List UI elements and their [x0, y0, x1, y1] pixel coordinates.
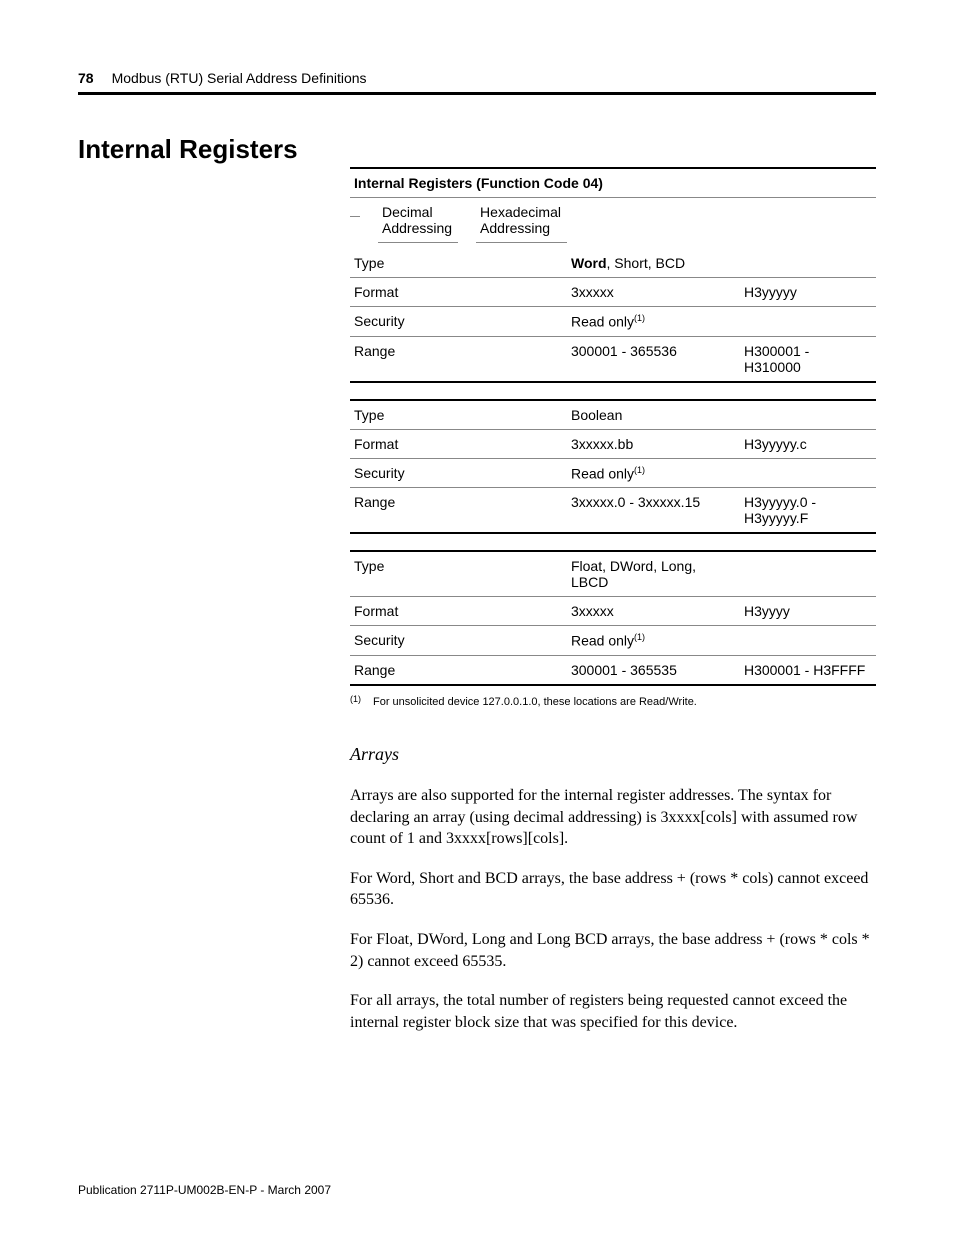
- table-cell: 3xxxxx.0 - 3xxxxx.15: [567, 488, 740, 534]
- table-cell: H300001 - H3FFFF: [740, 655, 876, 685]
- table-cell: Type: [350, 400, 567, 430]
- table-row: Format 3xxxxx.bb H3yyyyy.c: [350, 429, 876, 458]
- table-cell: Word, Short, BCD: [567, 249, 740, 278]
- footnote-ref: (1): [634, 313, 645, 323]
- table-cell: 300001 - 365535: [567, 655, 740, 685]
- table-row: Type Float, DWord, Long, LBCD: [350, 551, 876, 597]
- section-heading: Internal Registers: [78, 135, 350, 164]
- table-cell: Range: [350, 488, 567, 534]
- table-row: Security Read only(1): [350, 458, 876, 488]
- table-cell: [740, 249, 876, 278]
- running-header: 78 Modbus (RTU) Serial Address Definitio…: [78, 70, 876, 86]
- table-cell: H3yyyy: [740, 597, 876, 626]
- table-header-row: Decimal Addressing Hexadecimal Addressin…: [350, 198, 567, 243]
- footnote-text: For unsolicited device 127.0.0.1.0, thes…: [373, 696, 697, 708]
- table-cell: Range: [350, 655, 567, 685]
- header-rule: [78, 92, 876, 95]
- table-cell: H300001 - H310000: [740, 336, 876, 382]
- body-paragraph: For all arrays, the total number of regi…: [350, 990, 876, 1033]
- table-cell: [740, 458, 876, 488]
- table-row: Security Read only(1): [350, 626, 876, 656]
- table-cell: H3yyyyy.0 - H3yyyyy.F: [740, 488, 876, 534]
- table-header-cell: Decimal Addressing: [378, 198, 458, 243]
- table-cell: Boolean: [567, 400, 740, 430]
- table-cell: 300001 - 365536: [567, 336, 740, 382]
- table-row: Type Word, Short, BCD: [350, 249, 876, 278]
- table-cell: Security: [350, 626, 567, 656]
- table-row: Range 300001 - 365536 H300001 - H310000: [350, 336, 876, 382]
- table-cell: Format: [350, 429, 567, 458]
- table-cell: 3xxxxx: [567, 278, 740, 307]
- table-cell: [740, 551, 876, 597]
- subsection-heading: Arrays: [350, 744, 876, 765]
- table-header-cell: [350, 204, 360, 217]
- page-number: 78: [78, 70, 94, 86]
- table-cell: Type: [350, 551, 567, 597]
- table-title: Internal Registers (Function Code 04): [350, 168, 876, 198]
- body-paragraph: Arrays are also supported for the intern…: [350, 785, 876, 850]
- table-cell: Type: [350, 249, 567, 278]
- table-row: Format 3xxxxx H3yyyy: [350, 597, 876, 626]
- table-cell: Range: [350, 336, 567, 382]
- table-cell: [740, 626, 876, 656]
- table-cell: Read only(1): [567, 626, 740, 656]
- table-cell: H3yyyyy: [740, 278, 876, 307]
- table-row: Range 300001 - 365535 H300001 - H3FFFF: [350, 655, 876, 685]
- publication-footer: Publication 2711P-UM002B-EN-P - March 20…: [78, 1183, 331, 1197]
- footnote-ref: (1): [634, 632, 645, 642]
- table-row: Type Boolean: [350, 400, 876, 430]
- footnote-mark: (1): [350, 694, 361, 706]
- table-title-row: Internal Registers (Function Code 04): [350, 168, 876, 198]
- table-row: Security Read only(1): [350, 307, 876, 337]
- table-cell: [740, 400, 876, 430]
- table-header-cell: Hexadecimal Addressing: [476, 198, 567, 243]
- body-paragraph: For Word, Short and BCD arrays, the base…: [350, 868, 876, 911]
- footnote-ref: (1): [634, 465, 645, 475]
- table-cell: Security: [350, 458, 567, 488]
- table-row: Range 3xxxxx.0 - 3xxxxx.15 H3yyyyy.0 - H…: [350, 488, 876, 534]
- table-cell: Read only(1): [567, 458, 740, 488]
- table-footnote: (1) For unsolicited device 127.0.0.1.0, …: [350, 696, 876, 708]
- chapter-title: Modbus (RTU) Serial Address Definitions: [112, 70, 367, 86]
- table-cell: Format: [350, 278, 567, 307]
- table-cell: 3xxxxx.bb: [567, 429, 740, 458]
- table-cell: 3xxxxx: [567, 597, 740, 626]
- registers-table: Internal Registers (Function Code 04) De…: [350, 167, 876, 686]
- table-cell: H3yyyyy.c: [740, 429, 876, 458]
- body-paragraph: For Float, DWord, Long and Long BCD arra…: [350, 929, 876, 972]
- table-row: Format 3xxxxx H3yyyyy: [350, 278, 876, 307]
- table-cell: [740, 307, 876, 337]
- table-cell: Float, DWord, Long, LBCD: [567, 551, 740, 597]
- table-cell: Security: [350, 307, 567, 337]
- table-cell: Read only(1): [567, 307, 740, 337]
- table-cell: Format: [350, 597, 567, 626]
